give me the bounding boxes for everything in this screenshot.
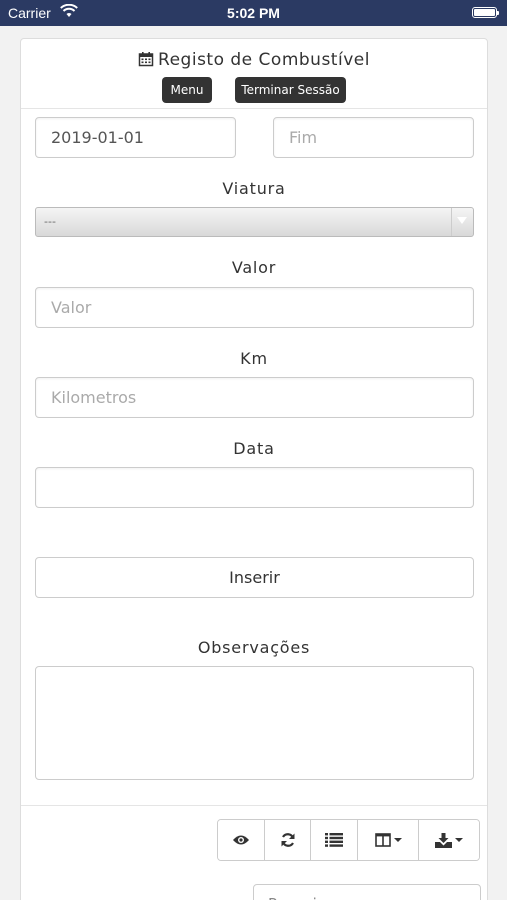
list-icon xyxy=(325,833,343,847)
page-title-text: Registo de Combustível xyxy=(158,50,370,70)
menu-button[interactable]: Menu xyxy=(162,77,212,103)
chevron-down-icon xyxy=(457,217,467,224)
download-icon xyxy=(435,832,452,848)
divider xyxy=(21,805,487,806)
refresh-icon xyxy=(281,833,294,847)
form-card: Registo de Combustível Menu Terminar Ses… xyxy=(20,38,488,900)
toggle-view-button[interactable] xyxy=(218,820,265,860)
value-input[interactable]: Valor xyxy=(35,287,474,328)
start-date-input[interactable]: 2019-01-01 xyxy=(35,117,236,158)
list-view-button[interactable] xyxy=(311,820,358,860)
battery-icon xyxy=(472,7,499,18)
eye-icon xyxy=(233,835,249,845)
vehicle-label: Viatura xyxy=(222,179,286,198)
columns-icon xyxy=(374,833,391,847)
card-header: Registo de Combustível Menu Terminar Ses… xyxy=(21,39,487,109)
vehicle-select-value: --- xyxy=(44,215,56,228)
notes-label: Observações xyxy=(197,638,311,657)
logout-button[interactable]: Terminar Sessão xyxy=(235,77,346,103)
chevron-down-icon xyxy=(393,838,402,842)
table-toolbar xyxy=(217,819,480,861)
km-input[interactable]: Kilometros xyxy=(35,377,474,418)
columns-button[interactable] xyxy=(358,820,419,860)
page-title: Registo de Combustível xyxy=(21,50,487,70)
vehicle-select[interactable]: --- xyxy=(35,207,474,237)
clock: 5:02 PM xyxy=(227,5,280,21)
chevron-down-icon xyxy=(455,838,463,842)
insert-button[interactable]: Inserir xyxy=(35,557,474,598)
km-label: Km xyxy=(240,349,268,368)
refresh-button[interactable] xyxy=(265,820,311,860)
search-input[interactable]: Pesquisar xyxy=(253,884,481,900)
value-label: Valor xyxy=(231,258,277,277)
status-bar: Carrier 5:02 PM xyxy=(0,0,507,26)
date-label: Data xyxy=(233,439,275,458)
date-input[interactable] xyxy=(35,467,474,508)
calendar-icon xyxy=(138,52,154,67)
end-date-input[interactable]: Fim xyxy=(273,117,474,158)
export-button[interactable] xyxy=(419,820,479,860)
notes-textarea[interactable] xyxy=(35,666,474,780)
select-arrow-box xyxy=(451,208,473,236)
